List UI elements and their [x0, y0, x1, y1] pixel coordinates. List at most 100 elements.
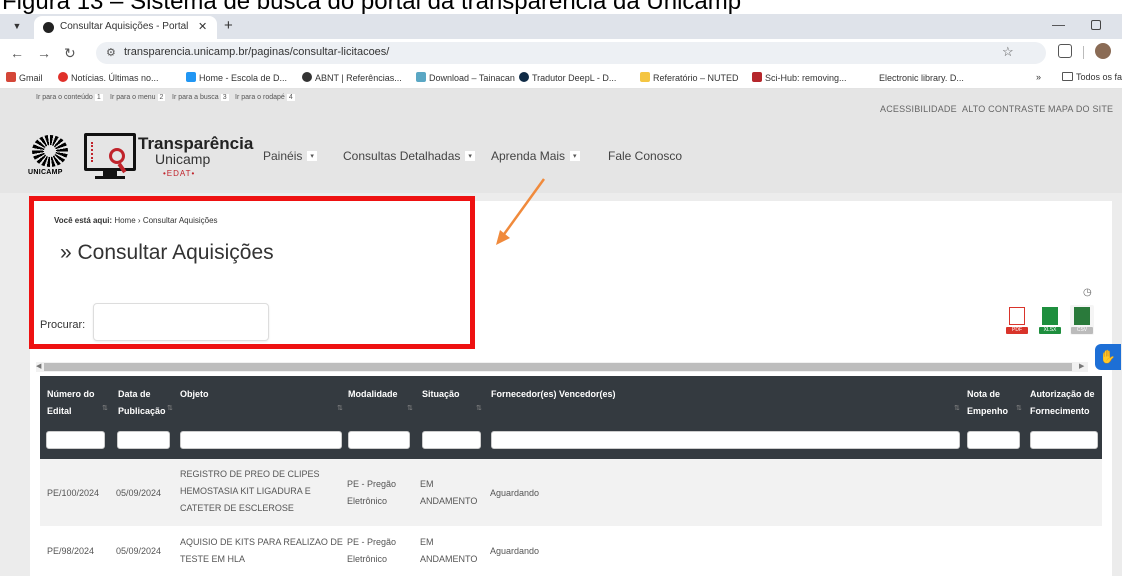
filter-input-nota[interactable]: [967, 431, 1020, 449]
cell-modalidade: PE - Pregão Eletrônico: [347, 479, 397, 506]
filter-input-objeto[interactable]: [180, 431, 342, 449]
sitemap-link[interactable]: MAPA DO SITE: [1048, 104, 1113, 114]
sort-icon[interactable]: ⇅: [1016, 404, 1022, 412]
school-icon: [186, 72, 196, 82]
annotation-arrow-icon: [496, 178, 546, 245]
skip-link-search[interactable]: Ir para a busca 3: [172, 94, 229, 101]
high-contrast-link[interactable]: ALTO CONTRASTE: [962, 104, 1045, 114]
bookmark-scihub[interactable]: Sci-Hub: removing...: [752, 72, 847, 83]
news-icon: [58, 72, 68, 82]
filter-input-fornecedor[interactable]: [491, 431, 960, 449]
menu-aprenda[interactable]: Aprenda Mais ▾: [491, 149, 580, 163]
bookmark-nuted[interactable]: Referatório – NUTED: [640, 72, 739, 83]
bookmark-tainacan[interactable]: Download – Tainacan: [416, 72, 515, 83]
scroll-right-icon[interactable]: ▶: [1079, 362, 1084, 370]
filter-input-situacao[interactable]: [422, 431, 481, 449]
sort-icon[interactable]: ⇅: [337, 404, 343, 412]
cell-situacao: EM ANDAMENTO: [420, 479, 478, 506]
xlsx-download-button[interactable]: XLSX: [1038, 305, 1062, 335]
accessibility-link[interactable]: ACESSIBILIDADE: [880, 104, 957, 114]
unicamp-emblem-icon: [32, 135, 68, 167]
tab-close-icon[interactable]: ✕: [198, 20, 207, 33]
column-header-modalidade[interactable]: Modalidade: [348, 386, 398, 403]
extensions-icon[interactable]: [1058, 44, 1072, 58]
filter-input-modalidade[interactable]: [348, 431, 410, 449]
bookmark-star-icon[interactable]: ☆: [1002, 44, 1014, 60]
bookmark-all-favorites[interactable]: Todos os favoritos: [1062, 72, 1122, 82]
filter-input-edital[interactable]: [46, 431, 105, 449]
logo-text: UNICAMP: [28, 169, 63, 176]
filter-input-autorizacao[interactable]: [1030, 431, 1098, 449]
pdf-download-button[interactable]: PDF: [1005, 305, 1029, 335]
skip-link-menu[interactable]: Ir para o menu 2: [110, 94, 166, 101]
magnifier-icon: [109, 148, 125, 164]
scroll-left-icon[interactable]: ◀: [36, 362, 41, 370]
menu-fale-conosco[interactable]: Fale Conosco: [608, 149, 682, 163]
sort-icon[interactable]: ⇅: [476, 404, 482, 412]
bookmark-label: Todos os favoritos: [1076, 72, 1122, 82]
url-field[interactable]: ⚙ transparencia.unicamp.br/paginas/consu…: [96, 42, 1046, 64]
bookmarks-overflow[interactable]: »: [1036, 72, 1041, 82]
url-text: transparencia.unicamp.br/paginas/consult…: [124, 46, 390, 58]
bookmark-label: Download – Tainacan: [429, 73, 515, 83]
skip-link-key: 3: [220, 94, 229, 101]
chevron-down-icon: ▾: [307, 151, 317, 161]
bookmark-escola[interactable]: Home - Escola de D...: [186, 72, 287, 83]
csv-download-button[interactable]: CSV: [1070, 305, 1094, 335]
tab-search-icon[interactable]: ▼: [8, 18, 26, 34]
bookmark-noticias[interactable]: Notícias. Últimas no...: [58, 72, 159, 83]
tab-title: Consultar Aquisições - Portal Tr: [60, 21, 190, 32]
bookmark-label: Gmail: [19, 73, 43, 83]
column-header-situacao[interactable]: Situação: [422, 386, 460, 403]
address-bar: ← → ↻ ⚙ transparencia.unicamp.br/paginas…: [0, 39, 1122, 67]
cell-objeto: REGISTRO DE PREO DE CLIPES HEMOSTASIA KI…: [180, 469, 320, 513]
browser-tabstrip: ▼ Consultar Aquisições - Portal Tr ✕ + —: [0, 14, 1122, 39]
column-header-nota[interactable]: Nota de Empenho: [967, 386, 1023, 420]
skip-link-footer[interactable]: Ir para o rodapé 4: [235, 94, 295, 101]
skip-link-content[interactable]: Ir para o conteúdo 1: [36, 94, 103, 101]
skip-link-key: 2: [157, 94, 166, 101]
cell-data: 05/09/2024: [116, 546, 162, 556]
minimize-icon[interactable]: —: [1052, 17, 1065, 32]
sort-icon[interactable]: ⇅: [167, 404, 173, 412]
monitor-base: [95, 176, 125, 179]
menu-label: Fale Conosco: [608, 149, 683, 163]
column-header-edital[interactable]: Número do Edital: [47, 386, 101, 420]
back-icon[interactable]: ←: [10, 45, 24, 61]
maximize-icon[interactable]: [1091, 20, 1101, 30]
cell-edital: PE/98/2024: [47, 546, 95, 556]
column-header-objeto[interactable]: Objeto: [180, 386, 209, 403]
brand-sub: Unicamp: [155, 151, 211, 167]
profile-avatar[interactable]: [1095, 43, 1111, 59]
site-settings-icon[interactable]: ⚙: [106, 46, 116, 59]
bookmark-gmail[interactable]: Gmail: [6, 72, 43, 83]
menu-paineis[interactable]: Painéis ▾: [263, 149, 317, 163]
scrollbar-thumb[interactable]: [44, 363, 1072, 371]
column-header-autorizacao[interactable]: Autorização de Fornecimento: [1030, 386, 1102, 420]
unicamp-logo[interactable]: UNICAMP: [28, 133, 80, 177]
vlibras-sign-language-icon[interactable]: ✋: [1095, 344, 1121, 370]
table-row[interactable]: PE/100/2024 05/09/2024 REGISTRO DE PREO …: [40, 459, 1102, 526]
reload-icon[interactable]: ↻: [64, 45, 76, 62]
new-tab-button[interactable]: +: [224, 17, 233, 34]
browser-tab[interactable]: Consultar Aquisições - Portal Tr ✕: [34, 16, 217, 39]
table-row[interactable]: PE/98/2024 05/09/2024 AQUISIO DE KITS PA…: [40, 526, 1102, 576]
globe-icon: [302, 72, 312, 82]
menu-label: Painéis: [263, 149, 303, 163]
menu-consultas[interactable]: Consultas Detalhadas ▾: [343, 149, 475, 163]
bookmark-library[interactable]: Electronic library. D...: [868, 72, 964, 83]
filter-input-data[interactable]: [117, 431, 170, 449]
column-header-data[interactable]: Data de Publicação: [118, 386, 168, 420]
skip-link-key: 1: [94, 94, 103, 101]
forward-icon[interactable]: →: [37, 45, 51, 61]
column-header-fornecedor[interactable]: Fornecedor(es) Vencedor(es): [491, 386, 616, 403]
bookmark-abnt[interactable]: ABNT | Referências...: [302, 72, 402, 83]
sort-icon[interactable]: ⇅: [954, 404, 960, 412]
bookmark-label: Tradutor DeepL - D...: [532, 73, 617, 83]
bookmark-deepl[interactable]: Tradutor DeepL - D...: [519, 72, 616, 83]
sort-icon[interactable]: ⇅: [407, 404, 413, 412]
chevron-down-icon: ▾: [570, 151, 580, 161]
github-icon: [43, 22, 54, 33]
sort-icon[interactable]: ⇅: [102, 404, 108, 412]
bookmark-label: Sci-Hub: removing...: [765, 73, 847, 83]
